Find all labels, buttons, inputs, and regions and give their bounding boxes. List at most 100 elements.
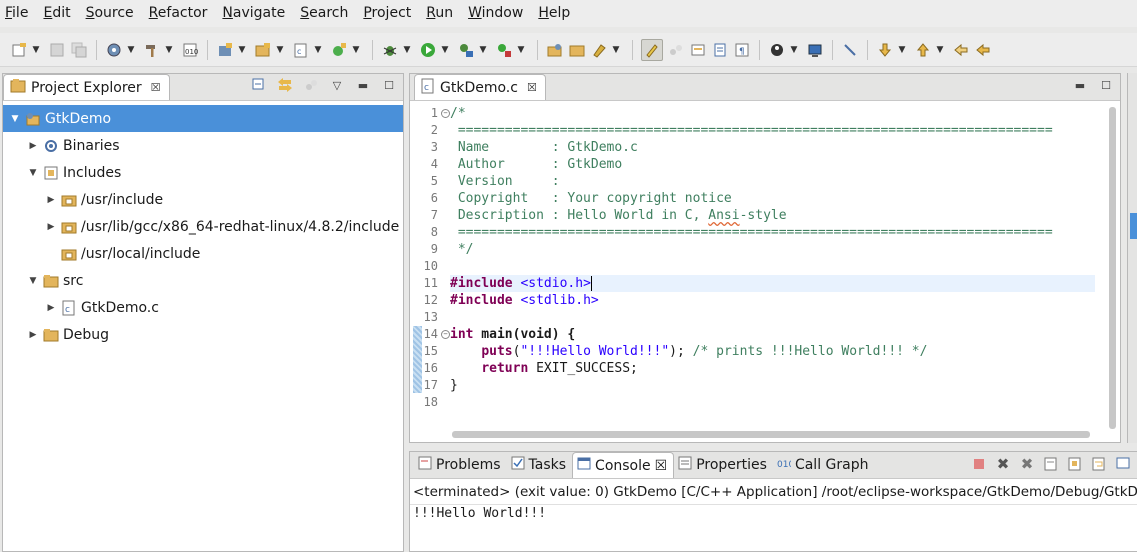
remove-all-launches-icon[interactable]: ✖ — [1019, 455, 1035, 473]
external-tools-icon[interactable] — [495, 41, 513, 59]
build-dropdown-icon[interactable]: ▼ — [165, 41, 173, 59]
toggle-comment-icon[interactable] — [689, 41, 707, 59]
display-console-icon[interactable] — [1115, 456, 1131, 472]
tab-call-graph[interactable]: 010Call Graph — [773, 452, 875, 478]
run-icon[interactable] — [419, 41, 437, 59]
save-icon[interactable] — [48, 41, 66, 59]
menu-search[interactable]: Search — [300, 0, 355, 27]
close-icon[interactable]: ☒ — [655, 458, 668, 474]
save-all-icon[interactable] — [70, 41, 88, 59]
chevron-down-icon[interactable]: ▼ — [9, 113, 21, 125]
new-icon[interactable] — [10, 41, 28, 59]
new-dropdown-icon[interactable]: ▼ — [32, 41, 40, 59]
next-annotation-dropdown-icon[interactable]: ▼ — [898, 41, 906, 59]
close-icon[interactable]: ☒ — [527, 81, 537, 94]
tree-item[interactable]: ▼ GtkDemo — [3, 105, 403, 132]
code-editor[interactable]: 1−2 3 4 5 6 7 8 9 10 11 12 13 14−15 16 17 18 /* =======… — [410, 101, 1120, 442]
tree-item[interactable]: ▶ c GtkDemo.c — [3, 294, 403, 321]
menu-source[interactable]: Source — [86, 0, 141, 27]
perspective-icon[interactable] — [768, 41, 786, 59]
prev-annotation-icon[interactable] — [914, 41, 932, 59]
maximize-icon[interactable]: ☐ — [381, 77, 397, 93]
horizontal-scrollbar[interactable] — [452, 431, 1090, 438]
external-tools-dropdown-icon[interactable]: ▼ — [517, 41, 525, 59]
search-flashlight-icon[interactable] — [590, 41, 608, 59]
tab-console[interactable]: Console ☒ — [572, 452, 675, 478]
minimize-icon[interactable]: ▬ — [355, 77, 371, 93]
link-with-editor-icon[interactable] — [277, 77, 293, 93]
new-source-file-dropdown-icon[interactable]: ▼ — [314, 41, 322, 59]
chevron-right-icon[interactable]: ▶ — [27, 140, 39, 152]
fold-toggle-icon[interactable]: − — [441, 109, 450, 118]
debug-dropdown-icon[interactable]: ▼ — [403, 41, 411, 59]
new-source-folder-icon[interactable] — [254, 41, 272, 59]
binary-icon[interactable]: 010 — [181, 41, 199, 59]
menu-run[interactable]: Run — [426, 0, 460, 27]
menu-window[interactable]: Window — [468, 0, 530, 27]
open-type-icon[interactable] — [546, 41, 564, 59]
new-class-dropdown-icon[interactable]: ▼ — [352, 41, 360, 59]
last-edit-icon[interactable] — [952, 41, 970, 59]
tree-item[interactable]: ▼ src — [3, 267, 403, 294]
highlight-toggle-icon[interactable] — [641, 38, 663, 61]
menu-file[interactable]: File — [5, 0, 35, 27]
scroll-lock-icon[interactable] — [1067, 456, 1083, 472]
fold-toggle-icon[interactable]: − — [441, 330, 450, 339]
vertical-scrollbar[interactable] — [1109, 107, 1116, 429]
chevron-down-icon[interactable]: ▼ — [27, 167, 39, 179]
new-c-project-icon[interactable] — [216, 41, 234, 59]
tab-gtkdemo-c[interactable]: c GtkDemo.c ☒ — [414, 74, 546, 100]
mark-occurrences-icon[interactable] — [667, 41, 685, 59]
show-whitespace-icon[interactable]: ¶ — [733, 41, 751, 59]
tree-item[interactable]: ▶ Binaries — [3, 132, 403, 159]
collapse-all-icon[interactable] — [251, 77, 267, 93]
tree-item[interactable]: ▶ /usr/include — [3, 186, 403, 213]
maximize-icon[interactable]: ☐ — [1098, 77, 1114, 93]
tab-problems[interactable]: Problems — [414, 452, 507, 478]
new-source-file-icon[interactable]: c — [292, 41, 310, 59]
next-annotation-icon[interactable] — [876, 41, 894, 59]
menu-project[interactable]: Project — [363, 0, 418, 27]
menu-navigate[interactable]: Navigate — [222, 0, 292, 27]
chevron-right-icon[interactable]: ▶ — [27, 329, 39, 341]
perspective-dropdown-icon[interactable]: ▼ — [790, 41, 798, 59]
close-icon[interactable]: ☒ — [151, 81, 161, 94]
tab-project-explorer[interactable]: Project Explorer ☒ — [3, 74, 170, 100]
chevron-down-icon[interactable]: ▼ — [27, 275, 39, 287]
chevron-right-icon[interactable]: ▶ — [45, 302, 57, 314]
search-dropdown-icon[interactable]: ▼ — [612, 41, 620, 59]
remove-launch-icon[interactable]: ✖ — [995, 455, 1011, 473]
chevron-right-icon[interactable]: ▶ — [45, 194, 57, 206]
menu-edit[interactable]: Edit — [43, 0, 77, 27]
tree-item[interactable]: ▶ Debug — [3, 321, 403, 348]
terminal-icon[interactable] — [806, 41, 824, 59]
tree-item[interactable]: /usr/local/include — [3, 240, 403, 267]
menu-refactor[interactable]: Refactor — [149, 0, 215, 27]
profile-icon[interactable] — [457, 41, 475, 59]
minimize-icon[interactable]: ▬ — [1072, 77, 1088, 93]
pin-icon[interactable] — [841, 41, 859, 59]
overview-marker[interactable] — [1130, 213, 1137, 239]
tab-properties[interactable]: Properties — [674, 452, 773, 478]
build-settings-icon[interactable] — [105, 41, 123, 59]
new-class-icon[interactable] — [330, 41, 348, 59]
new-c-project-dropdown-icon[interactable]: ▼ — [238, 41, 246, 59]
run-dropdown-icon[interactable]: ▼ — [441, 41, 449, 59]
focus-task-icon[interactable] — [303, 77, 319, 93]
chevron-right-icon[interactable]: ▶ — [45, 221, 57, 233]
tree-item[interactable]: ▶ /usr/lib/gcc/x86_64-redhat-linux/4.8.2/… — [3, 213, 403, 240]
debug-bug-icon[interactable] — [381, 41, 399, 59]
clear-console-icon[interactable] — [1043, 456, 1059, 472]
profile-dropdown-icon[interactable]: ▼ — [479, 41, 487, 59]
tree-item[interactable]: ▼ Includes — [3, 159, 403, 186]
open-folder-icon[interactable] — [568, 41, 586, 59]
prev-annotation-dropdown-icon[interactable]: ▼ — [936, 41, 944, 59]
block-select-icon[interactable] — [711, 41, 729, 59]
hammer-build-icon[interactable] — [143, 41, 161, 59]
word-wrap-icon[interactable] — [1091, 456, 1107, 472]
menu-help[interactable]: Help — [538, 0, 577, 27]
new-source-folder-dropdown-icon[interactable]: ▼ — [276, 41, 284, 59]
code-lines[interactable]: /* =====================================… — [450, 105, 1095, 411]
view-menu-chevron-down-icon[interactable]: ▽ — [329, 77, 345, 93]
console-output[interactable]: !!!Hello World!!! — [410, 505, 1137, 523]
